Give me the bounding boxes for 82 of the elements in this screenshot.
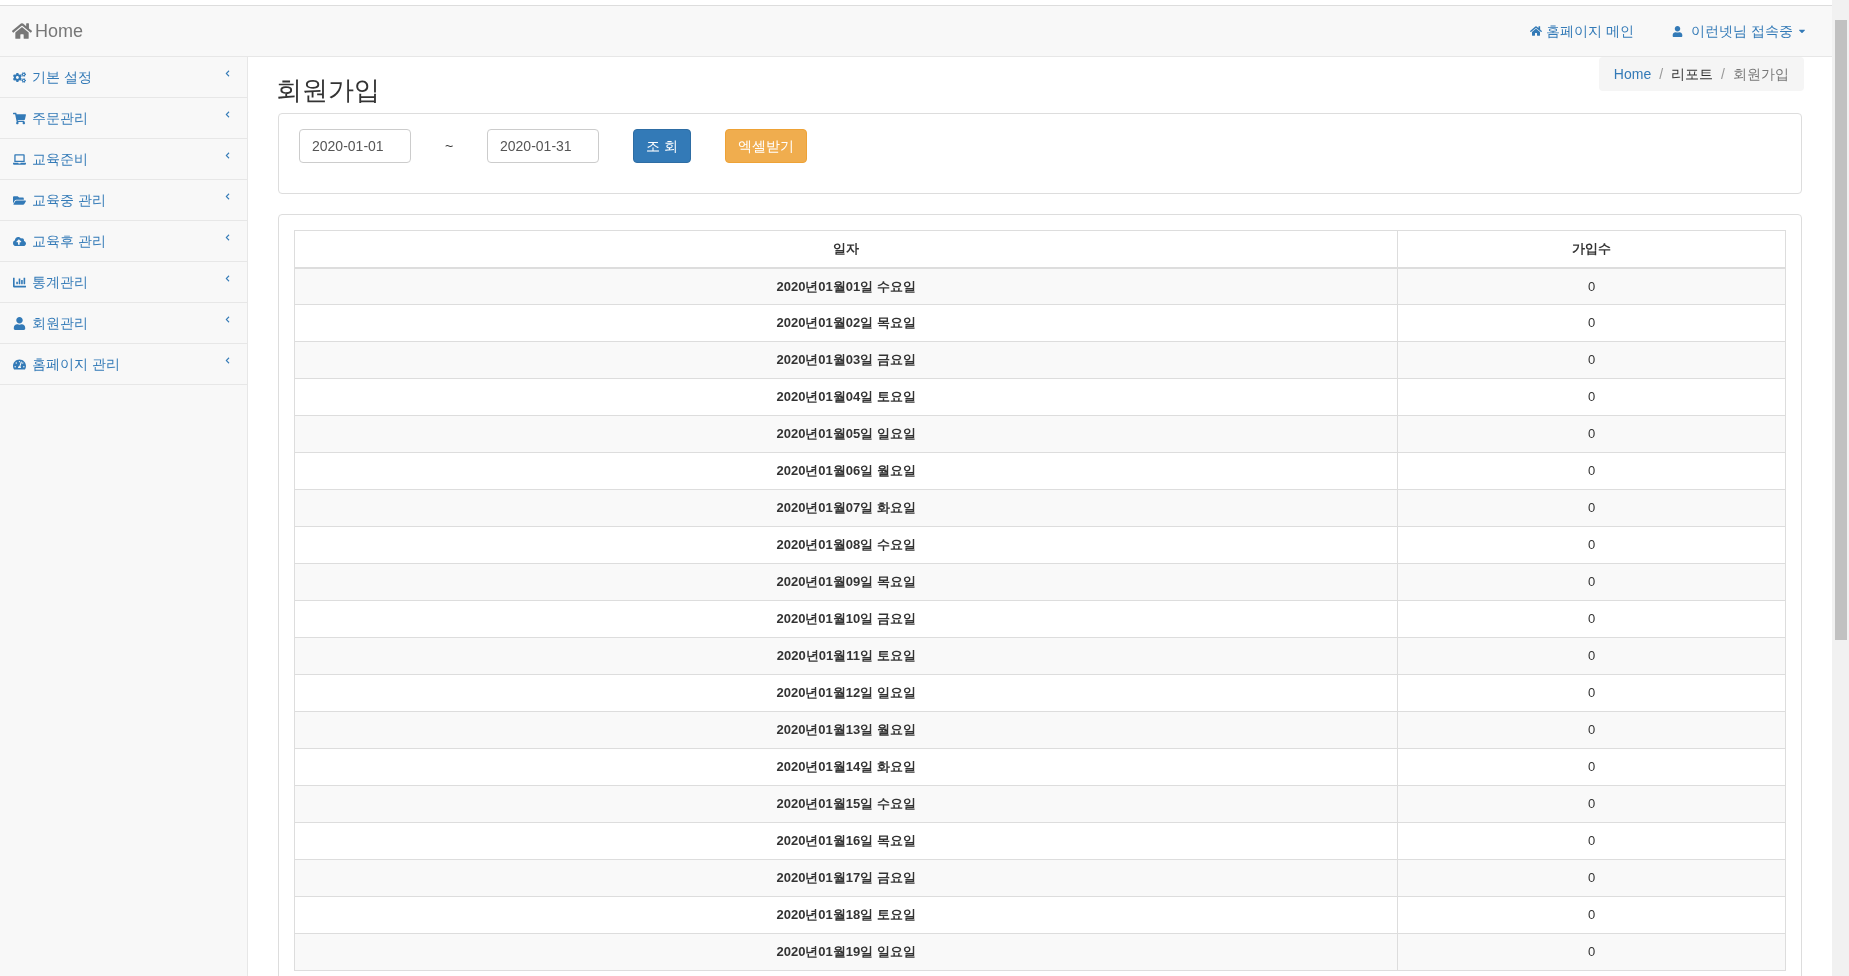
table-cell: 0 — [1397, 785, 1786, 823]
chevron-icon — [224, 110, 231, 118]
table-cell: 2020년01월11일 토요일 — [294, 637, 1398, 675]
end-date-field[interactable]: 2020-01-31 — [487, 129, 599, 163]
table-cell: 2020년01월17일 금요일 — [294, 859, 1398, 897]
table-cell: 2020년01월01일 수요일 — [294, 267, 1398, 305]
table-cell: 0 — [1397, 452, 1786, 490]
chevron-icon — [224, 315, 231, 323]
sidebar-item[interactable]: 회원관리 — [32, 312, 88, 334]
table-cell: 0 — [1397, 748, 1786, 786]
sidebar-item[interactable]: 홈페이지 관리 — [32, 353, 120, 375]
table-cell: 0 — [1397, 526, 1786, 564]
date-separator: ~ — [443, 137, 455, 156]
home-icon — [1530, 25, 1543, 37]
column-header: 가입수 — [1397, 230, 1786, 268]
table-cell: 2020년01월15일 수요일 — [294, 785, 1398, 823]
table-cell: 0 — [1397, 378, 1786, 416]
start-date-field[interactable]: 2020-01-01 — [299, 129, 411, 163]
table-cell: 0 — [1397, 859, 1786, 897]
cart-icon — [13, 111, 26, 125]
table-cell: 0 — [1397, 600, 1786, 638]
user-menu-link[interactable]: 이런넷님 접속중 — [1691, 20, 1793, 42]
table-cell: 2020년01월10일 금요일 — [294, 600, 1398, 638]
sidebar-item[interactable]: 교육준비 — [32, 148, 88, 170]
brand-link[interactable]: Home — [35, 17, 83, 45]
table-cell: 0 — [1397, 489, 1786, 527]
table-cell: 0 — [1397, 933, 1786, 971]
table-cell: 0 — [1397, 637, 1786, 675]
table-cell: 0 — [1397, 415, 1786, 453]
table-cell: 2020년01월19일 일요일 — [294, 933, 1398, 971]
chevron-icon — [224, 356, 231, 364]
table-cell: 0 — [1397, 304, 1786, 342]
cloud-upload-icon — [13, 234, 26, 248]
table-cell: 2020년01월08일 수요일 — [294, 526, 1398, 564]
breadcrumb-separator: / — [1658, 64, 1665, 84]
table-cell: 2020년01월05일 일요일 — [294, 415, 1398, 453]
scrollbar[interactable] — [1832, 0, 1849, 976]
table-cell: 2020년01월18일 토요일 — [294, 896, 1398, 934]
table-cell: 0 — [1397, 341, 1786, 379]
table-cell: 0 — [1397, 822, 1786, 860]
table-cell: 2020년01월13일 월요일 — [294, 711, 1398, 749]
table-cell: 2020년01월02일 목요일 — [294, 304, 1398, 342]
sidebar-item[interactable]: 주문관리 — [32, 107, 88, 129]
table-cell: 2020년01월12일 일요일 — [294, 674, 1398, 712]
home-page-link[interactable]: 홈페이지 메인 — [1546, 20, 1635, 42]
chevron-icon — [224, 233, 231, 241]
chevron-icon — [224, 192, 231, 200]
chevron-icon — [224, 151, 231, 159]
breadcrumb-item: 회원가입 — [1733, 64, 1789, 84]
dashboard-icon — [13, 357, 26, 371]
table-cell: 2020년01월07일 화요일 — [294, 489, 1398, 527]
table-cell: 2020년01월14일 화요일 — [294, 748, 1398, 786]
table-cell: 2020년01월03일 금요일 — [294, 341, 1398, 379]
sidebar-item[interactable]: 기본 설정 — [32, 66, 92, 88]
folder-icon — [13, 193, 26, 207]
sidebar-item[interactable]: 통계관리 — [32, 271, 88, 293]
table-cell: 0 — [1397, 896, 1786, 934]
laptop-icon — [13, 152, 26, 166]
gears-icon — [13, 70, 26, 84]
chevron-icon — [224, 274, 231, 282]
table-cell: 2020년01월04일 토요일 — [294, 378, 1398, 416]
sidebar-item[interactable]: 교육후 관리 — [32, 230, 106, 252]
table-cell: 2020년01월06일 월요일 — [294, 452, 1398, 490]
breadcrumb-item: 리포트 — [1671, 64, 1714, 84]
page-title: 회원가입 — [276, 74, 380, 106]
scrollbar-thumb[interactable] — [1834, 20, 1847, 640]
search-button[interactable]: 조 회 — [633, 129, 691, 163]
user-icon — [13, 316, 26, 330]
home-icon — [12, 22, 32, 40]
table-cell: 0 — [1397, 267, 1786, 305]
user-icon — [1672, 25, 1684, 37]
breadcrumb-separator: / — [1720, 64, 1726, 84]
sidebar-item[interactable]: 교육중 관리 — [32, 189, 106, 211]
column-header: 일자 — [294, 230, 1398, 268]
table-cell: 2020년01월16일 목요일 — [294, 822, 1398, 860]
breadcrumb-link[interactable]: Home — [1613, 63, 1652, 85]
table-cell: 2020년01월09일 목요일 — [294, 563, 1398, 601]
table-cell: 0 — [1397, 674, 1786, 712]
table-cell: 0 — [1397, 711, 1786, 749]
chevron-icon — [224, 69, 231, 77]
bar-chart-icon — [13, 275, 26, 289]
table-cell: 0 — [1397, 563, 1786, 601]
